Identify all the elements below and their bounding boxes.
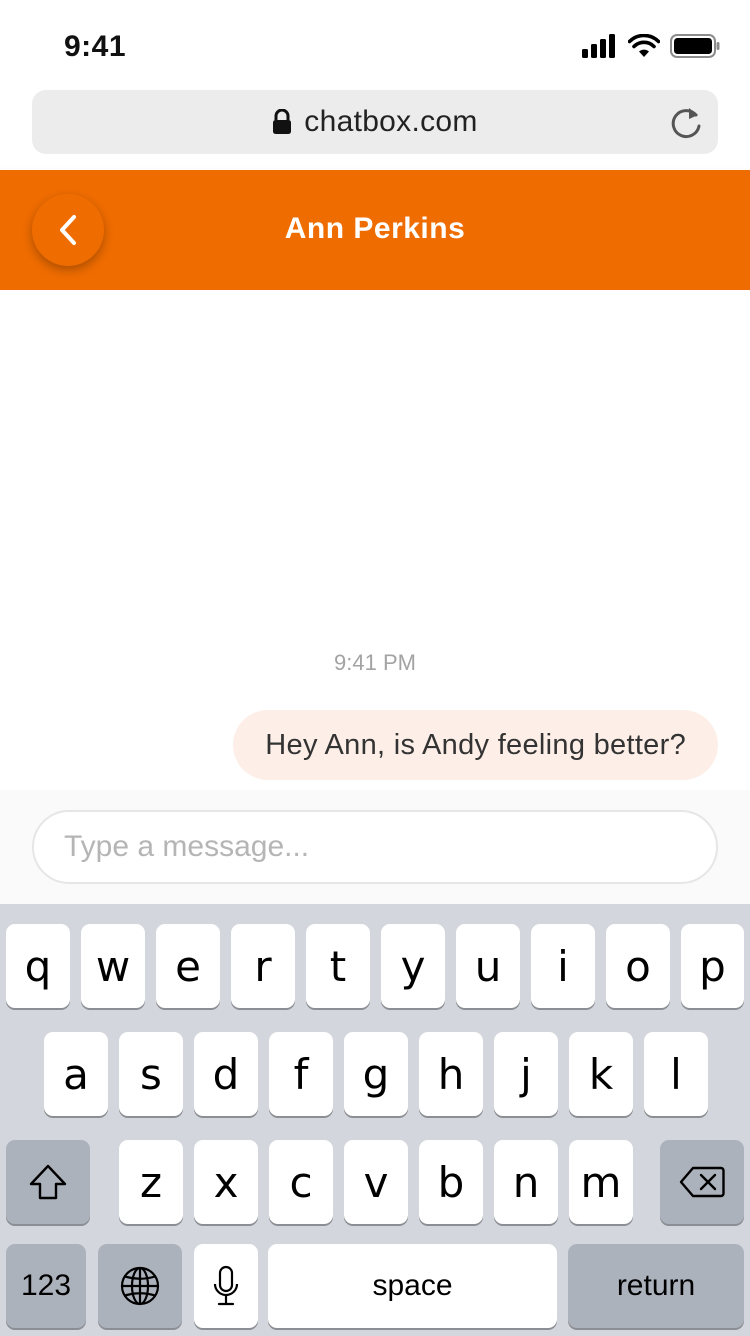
chat-header: Ann Perkins (0, 170, 750, 290)
backspace-icon (679, 1166, 725, 1198)
address-bar-content: chatbox.com (32, 90, 718, 154)
shift-arrow-icon (29, 1164, 67, 1200)
sent-message-bubble[interactable]: Hey Ann, is Andy feeling better? (233, 710, 718, 780)
contact-name: Ann Perkins (284, 212, 466, 245)
key-j[interactable]: j (494, 1032, 558, 1116)
onscreen-keyboard: q w e r t y u i o p a s d f g h j k l z … (0, 904, 750, 1336)
key-a[interactable]: a (44, 1032, 108, 1116)
key-l[interactable]: l (644, 1032, 708, 1116)
key-i[interactable]: i (531, 924, 595, 1008)
key-t[interactable]: t (306, 924, 370, 1008)
numbers-key[interactable]: 123 (6, 1244, 86, 1328)
key-r[interactable]: r (231, 924, 295, 1008)
key-w[interactable]: w (81, 924, 145, 1008)
lock-icon (273, 109, 292, 134)
key-q[interactable]: q (6, 924, 70, 1008)
key-z[interactable]: z (119, 1140, 183, 1224)
chat-messages[interactable]: 9:41 PM Hey Ann, is Andy feeling better? (0, 290, 750, 790)
key-s[interactable]: s (119, 1032, 183, 1116)
key-o[interactable]: o (606, 924, 670, 1008)
key-x[interactable]: x (194, 1140, 258, 1224)
key-f[interactable]: f (269, 1032, 333, 1116)
key-p[interactable]: p (681, 924, 744, 1008)
battery-icon (670, 34, 720, 58)
key-y[interactable]: y (381, 924, 445, 1008)
key-n[interactable]: n (494, 1140, 558, 1224)
message-composer (0, 790, 750, 904)
key-c[interactable]: c (269, 1140, 333, 1224)
key-g[interactable]: g (344, 1032, 408, 1116)
microphone-icon (213, 1265, 239, 1306)
key-b[interactable]: b (419, 1140, 483, 1224)
key-k[interactable]: k (569, 1032, 633, 1116)
message-input[interactable] (32, 810, 718, 884)
url-text: chatbox.com (304, 105, 478, 138)
key-v[interactable]: v (344, 1140, 408, 1224)
space-key[interactable]: space (268, 1244, 557, 1328)
address-bar[interactable]: chatbox.com (32, 90, 718, 154)
key-d[interactable]: d (194, 1032, 258, 1116)
key-u[interactable]: u (456, 924, 520, 1008)
status-bar: 9:41 (0, 0, 750, 90)
microphone-key[interactable] (194, 1244, 258, 1328)
shift-key[interactable] (6, 1140, 90, 1224)
status-time: 9:41 (64, 30, 127, 63)
key-e[interactable]: e (156, 924, 220, 1008)
key-m[interactable]: m (569, 1140, 633, 1224)
globe-key[interactable] (98, 1244, 182, 1328)
wifi-icon (628, 34, 660, 57)
globe-icon (120, 1266, 160, 1306)
cellular-signal-icon (582, 34, 615, 58)
message-timestamp: 9:41 PM (334, 650, 416, 675)
backspace-key[interactable] (660, 1140, 744, 1224)
key-h[interactable]: h (419, 1032, 483, 1116)
status-icons (582, 34, 720, 58)
return-key[interactable]: return (568, 1244, 744, 1328)
reload-icon[interactable] (668, 104, 704, 140)
